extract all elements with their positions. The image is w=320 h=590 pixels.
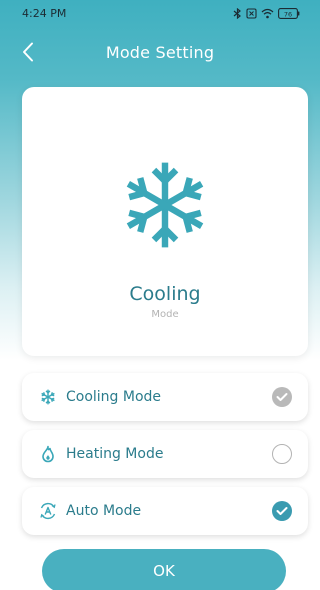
ok-button[interactable]: OK <box>42 549 286 590</box>
option-heating-mode[interactable]: Heating Mode <box>22 430 308 478</box>
flame-icon <box>38 444 58 464</box>
battery-level: 76 <box>284 10 292 18</box>
option-label: Heating Mode <box>66 446 164 462</box>
check-icon <box>276 507 288 515</box>
battery-icon: 76 <box>278 7 300 19</box>
status-icons: 76 <box>233 7 300 19</box>
snowflake-icon <box>38 387 58 407</box>
back-button[interactable] <box>16 40 40 64</box>
snowflake-icon <box>126 162 204 248</box>
page-title: Mode Setting <box>105 42 215 62</box>
navigation-bar: Mode Setting <box>0 32 320 72</box>
current-mode-subtitle: Mode <box>151 309 179 320</box>
status-bar: 4:24 PM 76 <box>0 0 320 26</box>
option-auto-mode[interactable]: Auto Mode <box>22 487 308 535</box>
check-icon <box>276 393 288 401</box>
checkbox-checked[interactable] <box>272 501 292 521</box>
checkbox-checked-disabled[interactable] <box>272 387 292 407</box>
current-mode-title: Cooling <box>129 283 201 305</box>
option-label: Cooling Mode <box>66 389 162 405</box>
auto-mode-icon <box>38 501 58 521</box>
sim-icon <box>246 7 257 19</box>
status-time: 4:24 PM <box>22 6 67 20</box>
chevron-left-icon <box>23 42 33 62</box>
wifi-icon <box>261 8 274 18</box>
current-mode-card: Cooling Mode <box>22 87 308 356</box>
option-label: Auto Mode <box>66 503 142 519</box>
bluetooth-icon <box>233 7 241 19</box>
option-cooling-mode[interactable]: Cooling Mode <box>22 373 308 421</box>
checkbox-unchecked[interactable] <box>272 444 292 464</box>
